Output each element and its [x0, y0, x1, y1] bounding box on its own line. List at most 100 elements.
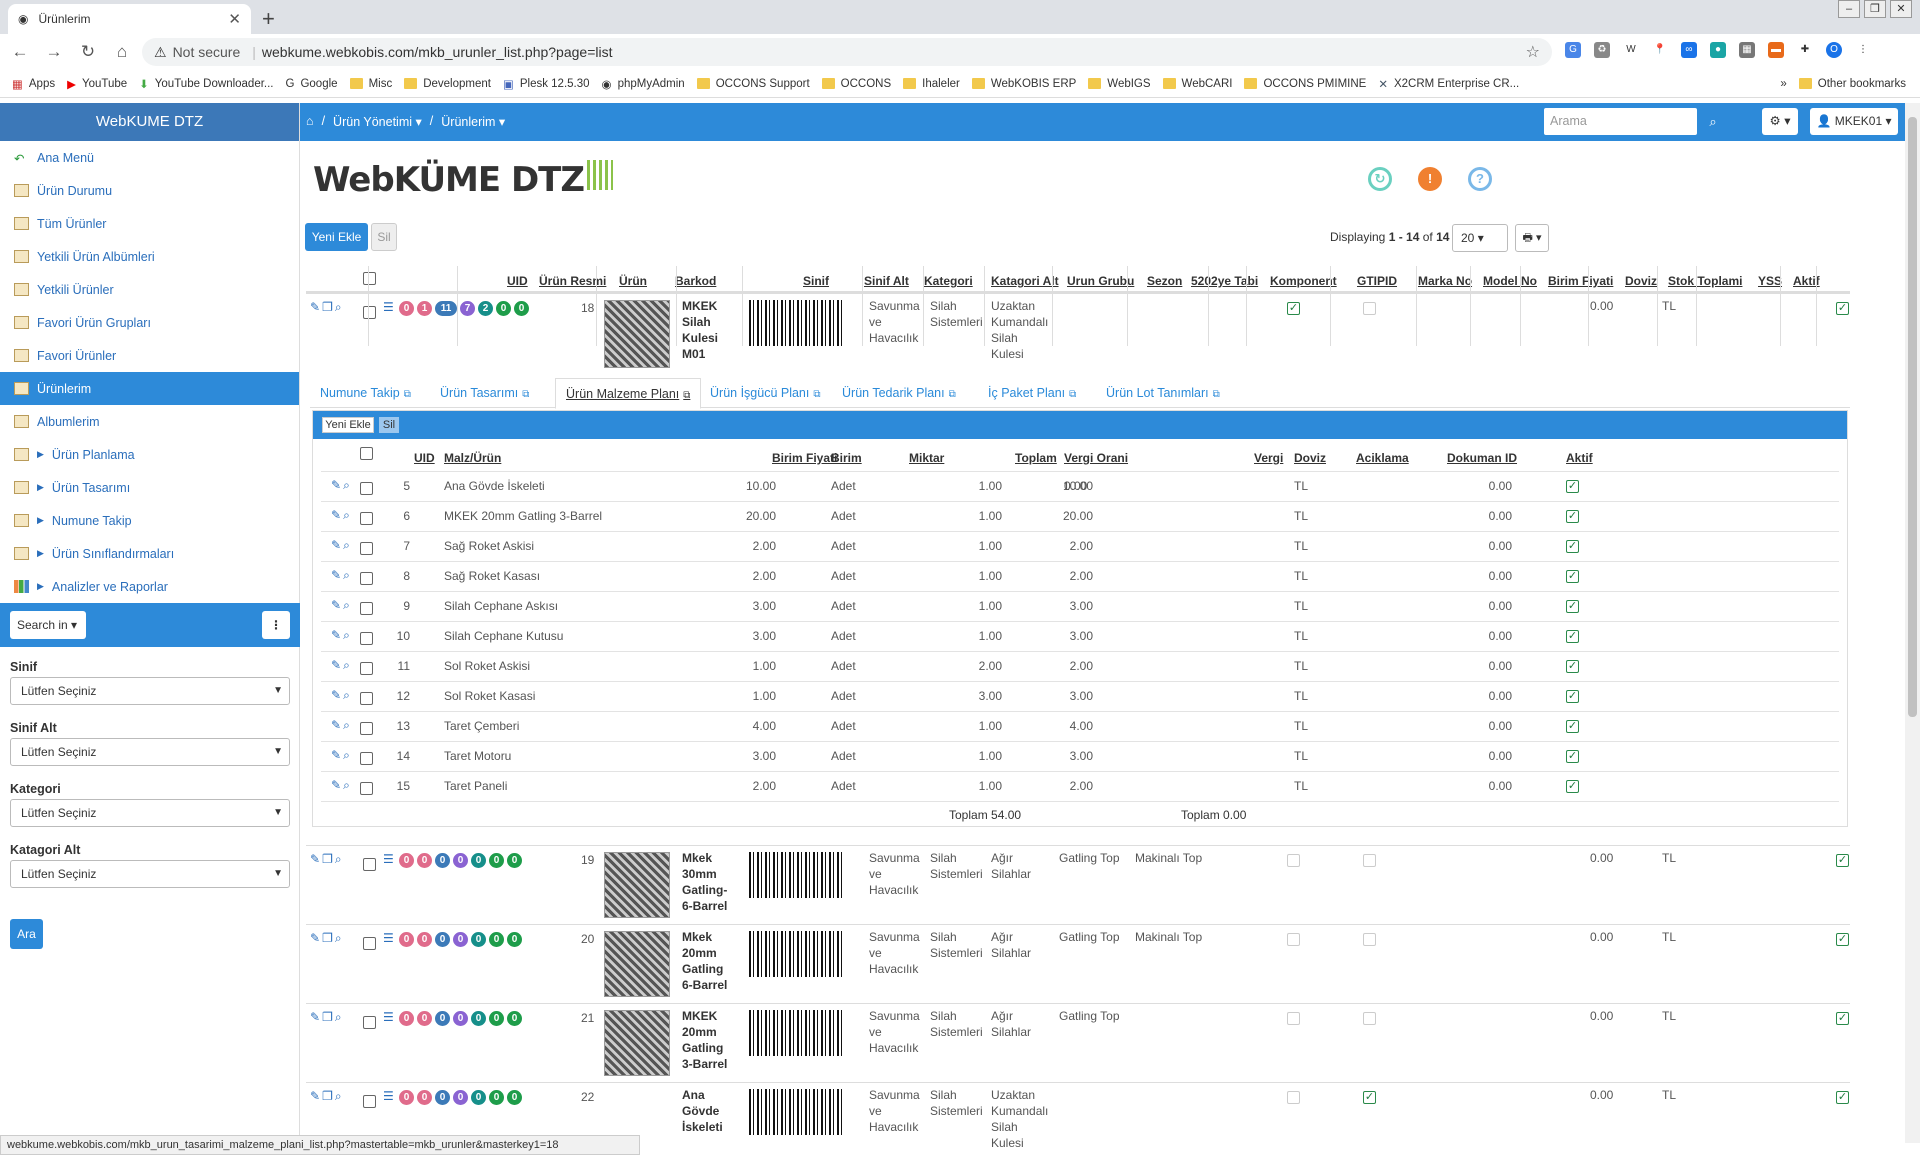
aktif-checkbox[interactable]: ✓: [1836, 854, 1849, 867]
count-badge[interactable]: 0: [489, 1090, 504, 1105]
count-badge[interactable]: 0: [453, 932, 468, 947]
count-badge[interactable]: 0: [417, 1090, 432, 1105]
edit-icon[interactable]: ✎: [331, 538, 343, 552]
view-icon[interactable]: ⌕: [343, 778, 352, 792]
sidebar-item-10[interactable]: ▶ Ürün Tasarımı: [0, 471, 299, 504]
list-icon[interactable]: ☰: [383, 1089, 394, 1103]
top-search-input[interactable]: Arama: [1544, 108, 1697, 135]
product-name[interactable]: Mkek 20mm Gatling 6-Barrel: [682, 929, 734, 993]
sub-column-header-9[interactable]: Aciklama: [1356, 451, 1409, 465]
row-checkbox[interactable]: [363, 1095, 376, 1108]
sidebar-item-13[interactable]: ▶ Analizler ve Raporlar: [0, 570, 299, 603]
count-badge[interactable]: 0: [435, 932, 450, 947]
column-header-4[interactable]: Sinif: [803, 274, 829, 288]
view-icon[interactable]: ⌕: [343, 478, 352, 492]
view-icon[interactable]: ⌕: [343, 658, 352, 672]
minimize-icon[interactable]: –: [1838, 0, 1860, 18]
forward-icon[interactable]: →: [40, 42, 68, 62]
scrollbar-thumb[interactable]: [1908, 117, 1917, 717]
column-header-18[interactable]: YSS: [1758, 274, 1782, 288]
count-badge[interactable]: 0: [453, 1090, 468, 1105]
help-icon[interactable]: ?: [1468, 167, 1492, 191]
puzzle-icon[interactable]: ✚: [1797, 42, 1813, 58]
column-header-15[interactable]: Birim Fiyati: [1548, 274, 1613, 288]
aktif-checkbox[interactable]: ✓: [1566, 780, 1579, 793]
copy-icon[interactable]: ❐: [322, 300, 335, 314]
count-badge[interactable]: 0: [471, 853, 486, 868]
count-badge[interactable]: 0: [489, 1011, 504, 1026]
detail-tab-3[interactable]: Ürün İşgücü Planı ⧉: [710, 386, 821, 400]
detail-tab-0[interactable]: Numune Takip ⧉: [320, 386, 411, 400]
edit-icon[interactable]: ✎: [310, 852, 322, 866]
sub-column-header-7[interactable]: Vergi: [1254, 451, 1283, 465]
count-badge[interactable]: 0: [417, 1011, 432, 1026]
row-checkbox[interactable]: [360, 572, 373, 585]
bookmark-apps[interactable]: ▦ Apps: [12, 77, 55, 91]
refresh-status-icon[interactable]: ↻: [1368, 167, 1392, 191]
column-header-9[interactable]: Sezon: [1147, 274, 1182, 288]
row-checkbox[interactable]: [360, 542, 373, 555]
edit-icon[interactable]: ✎: [331, 478, 343, 492]
search-in-dropdown[interactable]: Search in ▾: [10, 611, 86, 639]
copy-icon[interactable]: ❐: [322, 852, 335, 866]
edit-icon[interactable]: ✎: [310, 1010, 322, 1024]
count-badge[interactable]: 0: [489, 853, 504, 868]
sidebar-item-1[interactable]: Ürün Durumu: [0, 174, 299, 207]
close-window-icon[interactable]: ✕: [1890, 0, 1912, 18]
count-badge[interactable]: 0: [496, 301, 511, 316]
count-badge[interactable]: 0: [489, 932, 504, 947]
edit-icon[interactable]: ✎: [331, 598, 343, 612]
column-header-10[interactable]: 5202ye Tabi: [1191, 274, 1258, 288]
breadcrumb-urunlerim[interactable]: Ürünlerim ▾: [441, 114, 505, 129]
product-name[interactable]: Mkek 30mm Gatling- 6-Barrel: [682, 850, 734, 914]
view-icon[interactable]: ⌕: [343, 628, 352, 642]
sidebar-item-3[interactable]: Yetkili Ürün Albümleri: [0, 240, 299, 273]
bookmark-webcari[interactable]: WebCARI: [1162, 78, 1232, 90]
column-header-8[interactable]: Urun Grubu: [1067, 274, 1134, 288]
sub-column-header-1[interactable]: Malz/Ürün: [444, 451, 501, 465]
bookmark-plesk[interactable]: ▣ Plesk 12.5.30: [503, 77, 590, 91]
view-icon[interactable]: ⌕: [335, 852, 344, 866]
select-all-checkbox[interactable]: [363, 272, 376, 285]
bookmark-youtube[interactable]: ▶ YouTube: [67, 77, 127, 91]
count-badge[interactable]: 0: [399, 932, 414, 947]
column-header-5[interactable]: Sinif Alt: [864, 274, 909, 288]
column-header-14[interactable]: Model No: [1483, 274, 1537, 288]
tabi-checkbox[interactable]: [1287, 1091, 1300, 1104]
sidebar-item-4[interactable]: Yetkili Ürünler: [0, 273, 299, 306]
product-image[interactable]: [604, 1010, 670, 1076]
product-image[interactable]: [604, 852, 670, 918]
sub-column-header-0[interactable]: UID: [414, 451, 435, 465]
pin-icon[interactable]: 📍: [1652, 42, 1668, 58]
komponent-checkbox[interactable]: [1363, 854, 1376, 867]
sub-column-header-11[interactable]: Aktif: [1566, 451, 1593, 465]
aktif-checkbox[interactable]: ✓: [1836, 1091, 1849, 1104]
bookmark-star-icon[interactable]: ☆: [1526, 42, 1540, 62]
count-badge[interactable]: 0: [417, 932, 432, 947]
count-badge[interactable]: 0: [399, 1090, 414, 1105]
count-badge[interactable]: 0: [399, 853, 414, 868]
count-badge[interactable]: 0: [399, 1011, 414, 1026]
breadcrumb-urun-yonetimi[interactable]: Ürün Yönetimi ▾: [333, 114, 422, 129]
product-name[interactable]: MKEK 20mm Gatling 3-Barrel: [682, 1008, 734, 1072]
filter-select-katagori-alt[interactable]: Lütfen Seçiniz ▼: [10, 860, 290, 888]
view-icon[interactable]: ⌕: [335, 300, 344, 314]
restore-icon[interactable]: ❐: [1864, 0, 1886, 18]
row-checkbox[interactable]: [360, 602, 373, 615]
count-badge[interactable]: 11: [435, 301, 457, 316]
aktif-checkbox[interactable]: ✓: [1566, 480, 1579, 493]
rss-icon[interactable]: ▬: [1768, 42, 1784, 58]
row-checkbox[interactable]: [360, 512, 373, 525]
view-icon[interactable]: ⌕: [343, 568, 352, 582]
address-bar[interactable]: ⚠ Not secure | webkume.webkobis.com/mkb_…: [142, 38, 1552, 66]
gear-icon[interactable]: ⚙ ▾: [1762, 108, 1798, 135]
tabi-checkbox[interactable]: [1287, 1012, 1300, 1025]
detail-tab-2[interactable]: Ürün Malzeme Planı ⧉: [555, 378, 702, 409]
profile-avatar[interactable]: O: [1826, 42, 1842, 58]
recycle-icon[interactable]: ♻: [1594, 42, 1610, 58]
search-icon[interactable]: ⌕: [1700, 108, 1726, 135]
column-header-6[interactable]: Kategori: [924, 274, 973, 288]
sub-column-header-6[interactable]: Vergi Orani: [1064, 451, 1128, 465]
edit-icon[interactable]: ✎: [331, 628, 343, 642]
komponent-checkbox[interactable]: [1363, 933, 1376, 946]
